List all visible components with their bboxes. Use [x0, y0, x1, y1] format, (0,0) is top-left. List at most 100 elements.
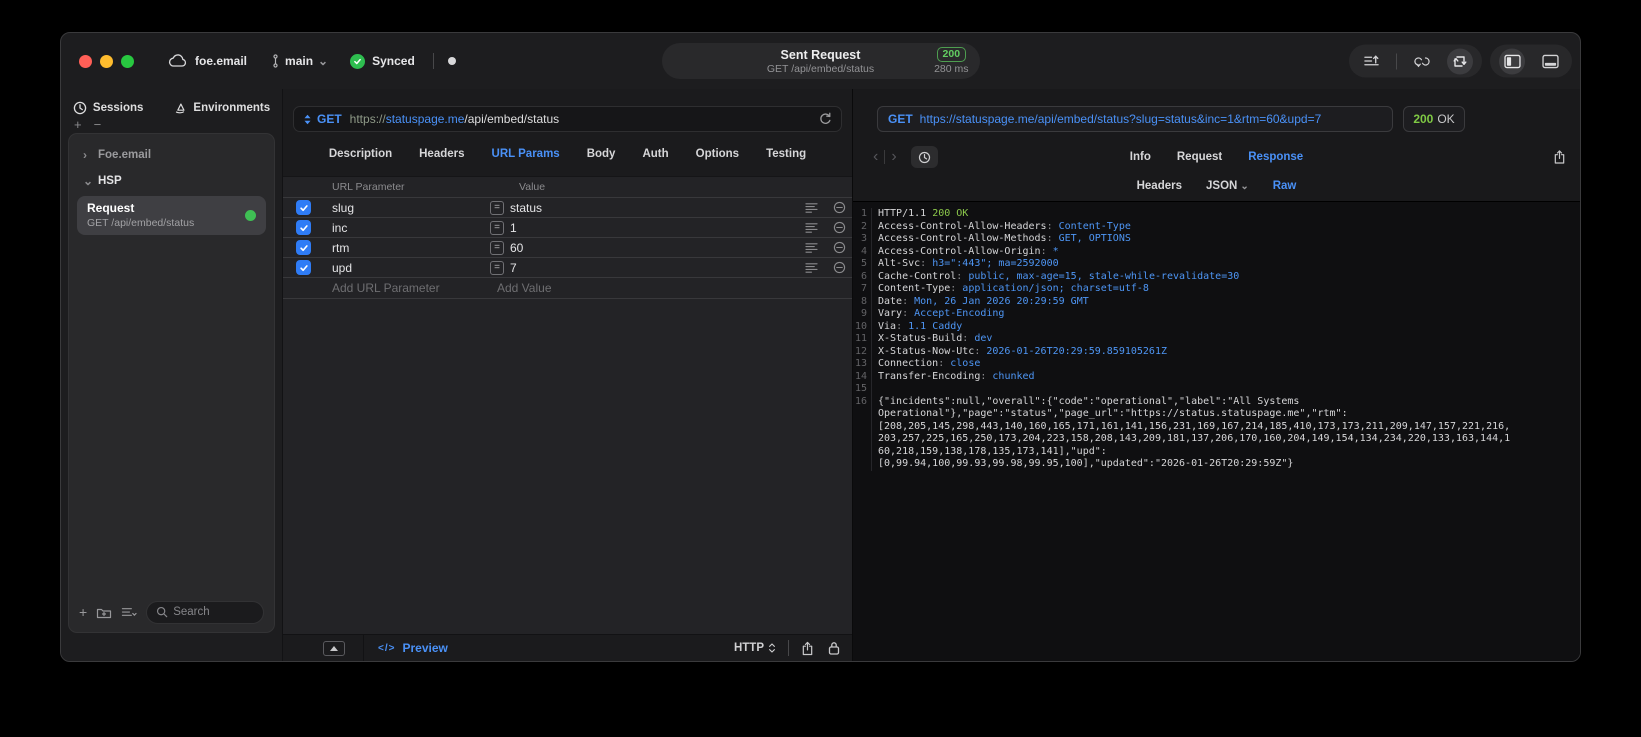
toggle-left-sidebar-icon[interactable] — [1499, 48, 1525, 74]
line-number: 4 — [860, 245, 867, 257]
add-param-name-placeholder[interactable]: Add URL Parameter — [332, 281, 440, 295]
close-window-button[interactable] — [79, 54, 92, 68]
add-param-row[interactable]: Add URL Parameter Add Value — [283, 277, 852, 299]
param-value-field[interactable]: status — [510, 201, 542, 215]
param-remove-icon[interactable] — [833, 201, 846, 214]
branch-name: main — [285, 54, 314, 68]
param-remove-icon[interactable] — [833, 241, 846, 254]
new-folder-icon[interactable] — [96, 606, 112, 619]
preview-button[interactable]: </> Preview — [378, 641, 448, 655]
param-format-icon[interactable] — [805, 202, 818, 214]
param-enabled-checkbox[interactable] — [296, 200, 311, 215]
history-button[interactable] — [910, 146, 938, 168]
response-tab-response[interactable]: Response — [1248, 151, 1303, 163]
method-stepper-icon[interactable] — [303, 113, 312, 126]
response-line: 12 X-Status-Now-Utc: 2026-01-26T20:29:59.… — [853, 345, 1580, 358]
response-subtab-headers[interactable]: Headers — [1137, 180, 1182, 192]
method-label[interactable]: GET — [317, 112, 342, 126]
request-item-title: Request — [87, 201, 135, 215]
environments-icon — [173, 101, 187, 115]
line-number: 6 — [860, 270, 867, 282]
param-format-icon[interactable] — [805, 242, 818, 254]
response-tabs: Info Request Response — [1130, 151, 1303, 163]
line-number: 16 — [854, 395, 867, 407]
response-status-code: 200 — [1413, 112, 1434, 126]
editor-tab-headers[interactable]: Headers — [419, 148, 464, 160]
url-text[interactable]: https://statuspage.me/api/embed/status — [350, 112, 559, 126]
param-format-icon[interactable] — [805, 222, 818, 234]
equals-icon: = — [490, 260, 504, 275]
tree-group-hsp[interactable]: ⌄ HSP — [77, 168, 266, 194]
param-value-field[interactable]: 1 — [510, 221, 517, 235]
param-remove-icon[interactable] — [833, 261, 846, 274]
param-format-icon[interactable] — [805, 262, 818, 274]
toggle-bottom-panel-icon[interactable] — [1537, 48, 1563, 74]
protocol-selector[interactable]: HTTP — [734, 642, 776, 654]
history-back-icon[interactable]: ‹ — [867, 149, 884, 165]
param-value-field[interactable]: 60 — [510, 241, 523, 255]
request-list-icon[interactable] — [1358, 48, 1384, 74]
param-enabled-checkbox[interactable] — [296, 260, 311, 275]
reload-icon[interactable] — [819, 112, 832, 126]
response-subtab-json[interactable]: JSON ⌄ — [1206, 180, 1249, 192]
add-request-button[interactable]: + — [79, 604, 87, 620]
param-row: upd = 7 — [283, 257, 852, 277]
project-switcher[interactable]: foe.email — [168, 54, 247, 68]
response-tab-info[interactable]: Info — [1130, 151, 1151, 163]
column-header-value: Value — [519, 181, 546, 193]
expand-panel-icon[interactable] — [323, 640, 345, 656]
branch-icon — [271, 53, 280, 69]
param-remove-icon[interactable] — [833, 221, 846, 234]
response-line: 1 HTTP/1.1 200 OK — [853, 208, 1580, 221]
response-line: 5 Alt-Svc: h3=":443"; ma=2592000 — [853, 258, 1580, 271]
history-forward-icon[interactable]: › — [885, 149, 902, 165]
search-input[interactable]: Search — [146, 600, 264, 624]
tab-sessions[interactable]: Sessions — [73, 101, 143, 115]
request-tree-item-selected[interactable]: Request GET /api/embed/status — [77, 196, 266, 235]
lock-icon[interactable] — [828, 641, 840, 655]
add-param-value-placeholder[interactable]: Add Value — [497, 281, 552, 295]
param-enabled-checkbox[interactable] — [296, 220, 311, 235]
editor-tab-description[interactable]: Description — [329, 148, 392, 160]
equals-icon: = — [490, 200, 504, 215]
param-name-field[interactable]: rtm — [332, 241, 490, 255]
sync-loop-icon[interactable] — [1409, 48, 1435, 74]
response-subtab-raw[interactable]: Raw — [1273, 180, 1297, 192]
tab-environments[interactable]: Environments — [173, 101, 270, 115]
param-name-field[interactable]: upd — [332, 261, 490, 275]
editor-tab-options[interactable]: Options — [696, 148, 739, 160]
param-name-field[interactable]: slug — [332, 201, 490, 215]
response-line: 9 Vary: Accept-Encoding — [853, 308, 1580, 321]
param-name-field[interactable]: inc — [332, 221, 490, 235]
request-url-field[interactable]: GET https://statuspage.me/api/embed/stat… — [293, 106, 842, 132]
minimize-window-button[interactable] — [100, 54, 113, 68]
sync-status[interactable]: Synced — [350, 53, 415, 69]
export-response-icon[interactable] — [1553, 150, 1566, 165]
remove-session-button[interactable]: − — [94, 118, 102, 133]
editor-footer-bar: </> Preview HTTP — [283, 634, 852, 661]
footer-divider — [788, 640, 789, 656]
editor-tab-testing[interactable]: Testing — [766, 148, 806, 160]
response-url: https://statuspage.me/api/embed/status?s… — [919, 112, 1322, 126]
line-number — [853, 458, 871, 471]
sent-request-summary[interactable]: Sent Request GET /api/embed/status 200 2… — [661, 43, 980, 79]
editor-tab-url-params[interactable]: URL Params — [492, 148, 560, 160]
add-session-button[interactable]: + — [74, 118, 82, 133]
editor-tab-body[interactable]: Body — [587, 148, 616, 160]
response-line: 203,257,225,165,250,173,204,223,158,208,… — [853, 433, 1580, 446]
equals-icon: = — [490, 240, 504, 255]
response-line: 2 Access-Control-Allow-Headers: Content-T… — [853, 220, 1580, 233]
param-value-field[interactable]: 7 — [510, 261, 517, 275]
param-enabled-checkbox[interactable] — [296, 240, 311, 255]
line-number: 3 — [860, 233, 867, 244]
response-tab-request[interactable]: Request — [1177, 151, 1222, 163]
chevron-down-icon: ⌄ — [318, 54, 329, 68]
resend-request-icon[interactable] — [1447, 48, 1473, 74]
share-icon[interactable] — [801, 641, 814, 656]
tree-group-foe-email[interactable]: › Foe.email — [77, 142, 266, 168]
sent-request-url-bar[interactable]: GET https://statuspage.me/api/embed/stat… — [877, 106, 1393, 132]
sort-options-icon[interactable] — [121, 606, 137, 619]
branch-selector[interactable]: main ⌄ — [271, 53, 328, 69]
zoom-window-button[interactable] — [121, 54, 134, 68]
editor-tab-auth[interactable]: Auth — [642, 148, 668, 160]
